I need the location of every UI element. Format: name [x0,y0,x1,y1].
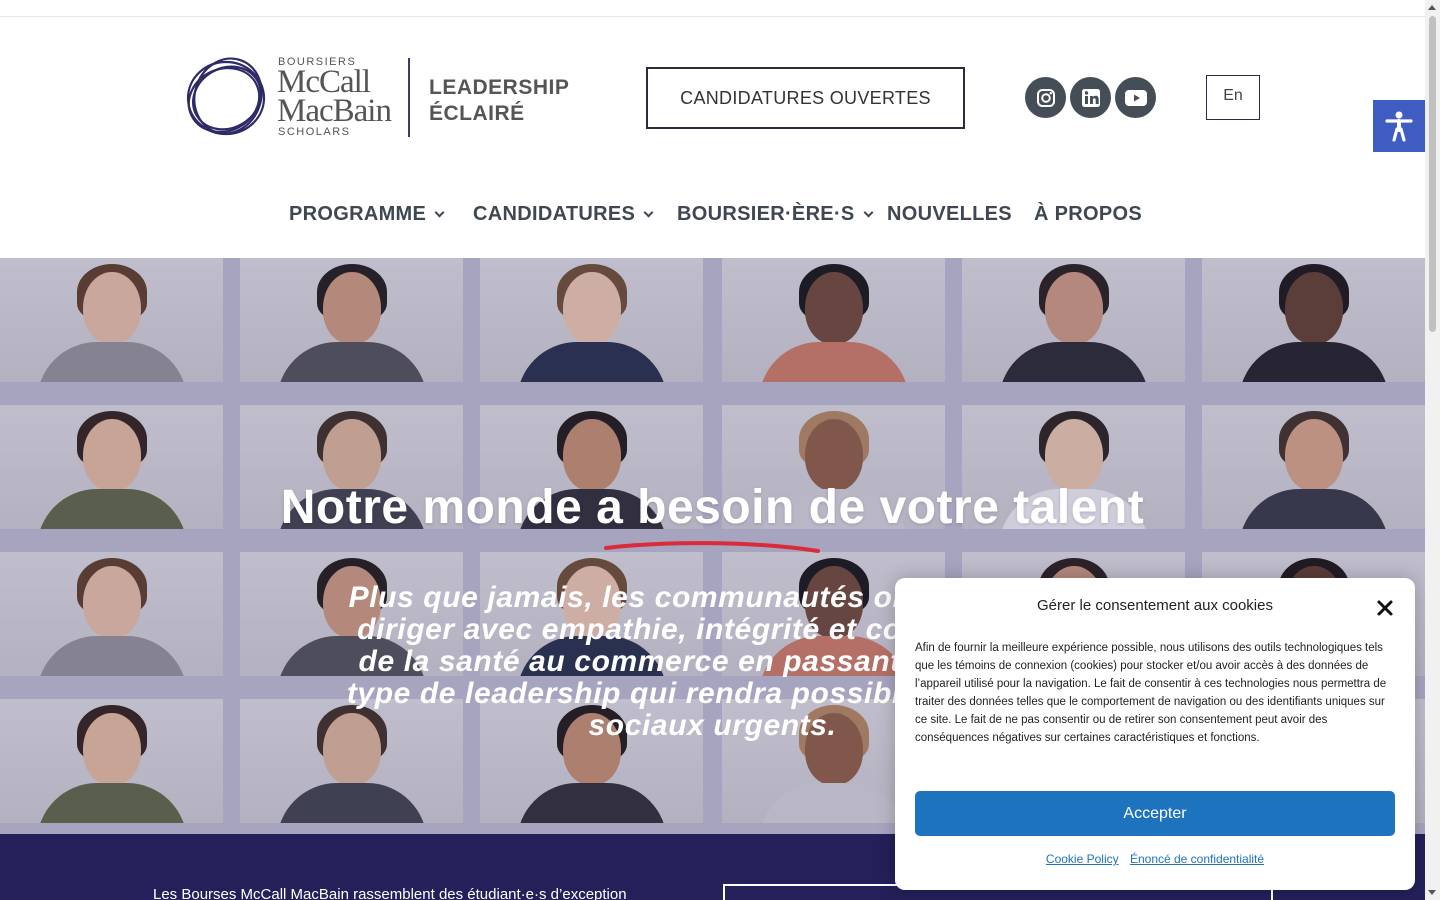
scroll-down-arrow-icon[interactable] [1428,890,1436,895]
linkedin-link[interactable] [1070,77,1111,118]
chevron-down-icon [643,207,654,218]
logo-rings-icon [186,57,266,136]
accept-cookies-button[interactable]: Accepter [915,791,1395,836]
intro-text: Les Bourses McCall MacBain rassemblent d… [153,886,627,900]
nav-item-label: PROGRAMME [289,203,427,225]
accessibility-button[interactable] [1373,100,1425,152]
cookie-dialog-body: Afin de fournir la meilleure expérience … [915,642,1387,744]
instagram-icon [1036,88,1055,107]
applications-open-button[interactable]: CANDIDATURES OUVERTES [646,67,965,129]
nav-item-a-propos[interactable]: À PROPOS [1034,203,1142,226]
logo-tagline-leadership: LEADERSHIP [429,76,570,99]
logo-scholars: SCHOLARS [278,126,351,138]
logo-name-macbain: MacBain [277,93,392,129]
hero-underline-stroke [604,541,820,553]
page-scrollbar[interactable] [1425,0,1440,900]
instagram-link[interactable] [1025,77,1066,118]
hero-title: Notre monde a besoin de votre talent [280,481,1145,534]
nav-item-candidatures[interactable]: CANDIDATURES [473,203,654,226]
nav-item-nouvelles[interactable]: NOUVELLES [887,203,1012,226]
site-logo[interactable]: BOURSIERS McCall MacBain SCHOLARS LEADER… [184,56,569,140]
cookie-links: Cookie Policy Énoncé de confidentialité [895,852,1415,866]
nav-item-label: NOUVELLES [887,203,1012,225]
youtube-link[interactable] [1115,77,1156,118]
scrollbar-thumb[interactable] [1429,16,1436,332]
main-nav: PROGRAMME CANDIDATURES BOURSIER·ÈRE·S NO… [0,203,1425,233]
logo-tagline-eclaire: ÉCLAIRÉ [429,102,525,125]
nav-item-programme[interactable]: PROGRAMME [289,203,445,226]
privacy-statement-link[interactable]: Énoncé de confidentialité [1130,852,1264,866]
nav-item-boursiers[interactable]: BOURSIER·ÈRE·S [677,203,874,226]
page: BOURSIERS McCall MacBain SCHOLARS LEADER… [0,0,1440,900]
nav-item-label: CANDIDATURES [473,203,636,225]
scroll-up-arrow-icon[interactable] [1428,5,1436,10]
accessibility-icon [1385,111,1413,142]
language-switch-button[interactable]: En [1206,75,1260,120]
cookie-consent-dialog: Gérer le consentement aux cookies Afin d… [895,578,1415,890]
logo-divider [408,58,410,137]
nav-item-label: BOURSIER·ÈRE·S [677,203,855,225]
linkedin-icon [1081,88,1100,107]
close-icon[interactable] [1375,598,1395,618]
top-strip [0,0,1425,17]
nav-item-label: À PROPOS [1034,203,1142,225]
cookie-dialog-title: Gérer le consentement aux cookies [1037,597,1273,614]
youtube-icon [1124,89,1147,106]
chevron-down-icon [434,207,445,218]
chevron-down-icon [863,207,874,218]
cookie-policy-link[interactable]: Cookie Policy [1046,852,1119,866]
